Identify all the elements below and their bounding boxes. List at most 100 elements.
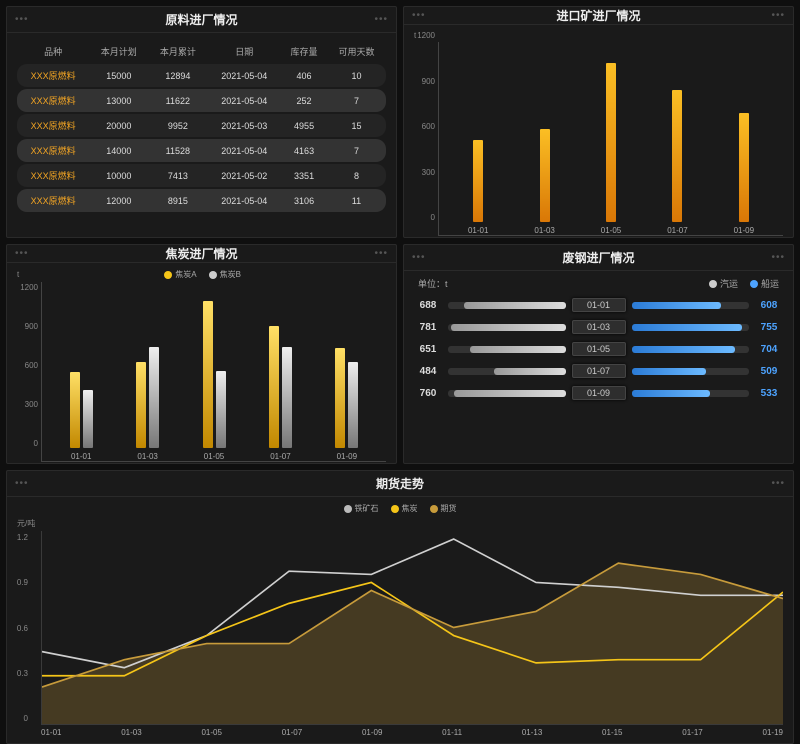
x-tick: 01-07 [282, 728, 302, 737]
bar-track [448, 368, 566, 375]
bar [149, 347, 159, 448]
panel-header: ••• 焦炭进厂情况 ••• [7, 245, 396, 263]
x-tick: 01-01 [41, 728, 61, 737]
value-right: 755 [755, 322, 783, 333]
bar [473, 140, 483, 223]
date-pill: 01-01 [572, 298, 626, 312]
value-left: 688 [414, 300, 442, 311]
futures-panel: ••• 期货走势 ••• 铁矿石焦炭期货 元/吨 00.30.60.91.2 0… [6, 470, 794, 744]
value-left: 484 [414, 366, 442, 377]
value-right: 608 [755, 300, 783, 311]
table-header: 可用天数 [327, 41, 386, 62]
area-futures [42, 563, 783, 724]
bar-track [632, 302, 750, 309]
bar [70, 372, 80, 448]
panel-menu-left[interactable]: ••• [15, 14, 29, 25]
bar [216, 371, 226, 448]
legend-item: 期货 [430, 503, 457, 514]
table-row[interactable]: XXX原燃料15000128942021-05-0440610 [17, 64, 386, 87]
bar [269, 326, 279, 448]
x-label: 01-03 [137, 452, 157, 461]
bar [739, 113, 749, 223]
bar-track [448, 390, 566, 397]
bar [203, 301, 213, 448]
bar-track [632, 324, 750, 331]
y-tick: 0.9 [7, 578, 28, 587]
y-tick: 1200 [17, 283, 38, 292]
date-pill: 01-03 [572, 320, 626, 334]
y-tick: 0 [7, 714, 28, 723]
scrap-row: 65101-05704 [414, 342, 783, 356]
legend-item: 汽运 [709, 277, 738, 290]
legend-item: 铁矿石 [344, 503, 379, 514]
table-row[interactable]: XXX原燃料13000116222021-05-042527 [17, 89, 386, 112]
coke-panel: ••• 焦炭进厂情况 ••• t 焦炭A 焦炭B 03006009001200 … [6, 244, 397, 464]
y-tick: 0.6 [7, 624, 28, 633]
import-ore-panel: ••• 进口矿进厂情况 ••• t 03006009001200 01-0101… [403, 6, 794, 238]
y-tick: 900 [17, 322, 38, 331]
x-label: 01-03 [534, 226, 554, 235]
y-tick: 300 [414, 168, 435, 177]
bar-track [632, 346, 750, 353]
panel-header: ••• 废钢进厂情况 ••• [404, 245, 793, 271]
bar [136, 362, 146, 448]
date-pill: 01-07 [572, 364, 626, 378]
bar [672, 90, 682, 222]
panel-menu-left[interactable]: ••• [412, 10, 426, 21]
panel-menu-right[interactable]: ••• [771, 478, 785, 489]
value-right: 704 [755, 344, 783, 355]
raw-materials-panel: ••• 原料进厂情况 ••• 品种本月计划本月累计日期库存量可用天数 XXX原燃… [6, 6, 397, 238]
table-row[interactable]: XXX原燃料1000074132021-05-0233518 [17, 164, 386, 187]
panel-menu-right[interactable]: ••• [374, 14, 388, 25]
bar [348, 362, 358, 448]
y-tick: 0.3 [7, 669, 28, 678]
table-row[interactable]: XXX原燃料2000099522021-05-03495515 [17, 114, 386, 137]
panel-menu-left[interactable]: ••• [15, 478, 29, 489]
y-tick: 600 [414, 122, 435, 131]
value-left: 651 [414, 344, 442, 355]
x-label: 01-09 [337, 452, 357, 461]
x-label: 01-05 [601, 226, 621, 235]
value-right: 533 [755, 388, 783, 399]
x-tick: 01-15 [602, 728, 622, 737]
x-label: 01-01 [468, 226, 488, 235]
panel-menu-right[interactable]: ••• [374, 248, 388, 259]
panel-menu-left[interactable]: ••• [412, 252, 426, 263]
panel-menu-right[interactable]: ••• [771, 10, 785, 21]
value-right: 509 [755, 366, 783, 377]
table-header: 本月累计 [148, 41, 207, 62]
bar [540, 129, 550, 222]
bar-track [632, 368, 750, 375]
panel-header: ••• 进口矿进厂情况 ••• [404, 7, 793, 25]
y-tick: 1200 [414, 31, 435, 40]
table-row[interactable]: XXX原燃料14000115282021-05-0441637 [17, 139, 386, 162]
x-tick: 01-09 [362, 728, 382, 737]
raw-materials-table: 品种本月计划本月累计日期库存量可用天数 XXX原燃料15000128942021… [17, 39, 386, 214]
x-label: 01-07 [270, 452, 290, 461]
x-tick: 01-05 [201, 728, 221, 737]
panel-menu-left[interactable]: ••• [15, 248, 29, 259]
x-tick: 01-19 [763, 728, 783, 737]
scrap-panel: ••• 废钢进厂情况 ••• 单位：t 汽运 船运 68801-01608781… [403, 244, 794, 464]
table-header: 日期 [207, 41, 281, 62]
bar [606, 63, 616, 222]
y-tick: 0 [17, 439, 38, 448]
unit-label: 单位：t [418, 277, 448, 290]
legend-item: 焦炭 [391, 503, 418, 514]
table-row[interactable]: XXX原燃料1200089152021-05-04310611 [17, 189, 386, 212]
bar-track [448, 324, 566, 331]
y-tick: 0 [414, 213, 435, 222]
y-unit: 元/吨 [17, 518, 783, 529]
x-label: 01-09 [734, 226, 754, 235]
panel-title: 废钢进厂情况 [426, 249, 772, 266]
x-tick: 01-11 [442, 728, 462, 737]
legend-item: 焦炭A [164, 269, 196, 280]
bar [335, 348, 345, 448]
panel-title: 焦炭进厂情况 [29, 245, 375, 262]
value-left: 760 [414, 388, 442, 399]
x-tick: 01-13 [522, 728, 542, 737]
panel-menu-right[interactable]: ••• [771, 252, 785, 263]
x-tick: 01-03 [121, 728, 141, 737]
bar-track [632, 390, 750, 397]
value-left: 781 [414, 322, 442, 333]
